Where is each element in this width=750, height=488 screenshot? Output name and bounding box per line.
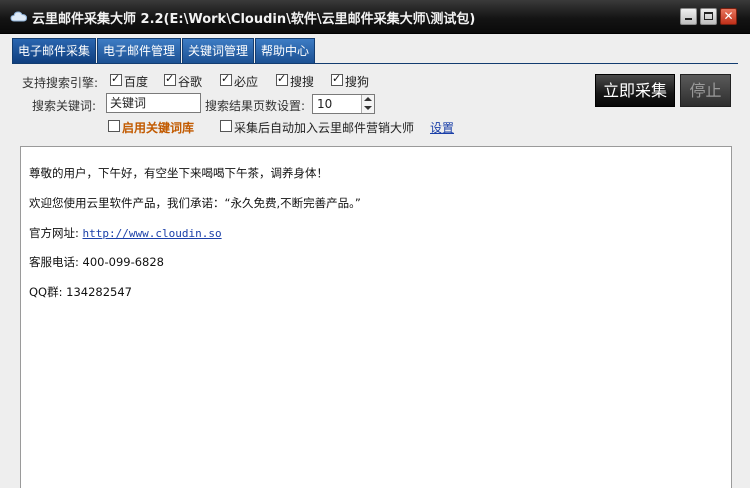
stepper-down-icon[interactable]: [364, 106, 372, 110]
tab-email-manage[interactable]: 电子邮件管理: [97, 38, 182, 64]
checkbox-soso[interactable]: [276, 72, 288, 86]
tab-keyword-manage[interactable]: 关键词管理: [182, 38, 255, 64]
main-tabs: 电子邮件采集 电子邮件管理 关键词管理 帮助中心: [12, 38, 316, 64]
phone-label: 客服电话:: [29, 255, 79, 269]
maximize-icon: [704, 12, 713, 20]
start-collect-button[interactable]: 立即采集: [595, 74, 675, 107]
checkbox-sogou[interactable]: [331, 72, 343, 86]
qq-value: 134282547: [66, 285, 132, 299]
settings-link[interactable]: 设置: [430, 119, 454, 136]
stepper-buttons: [361, 95, 374, 113]
checkbox-auto-add[interactable]: [220, 120, 232, 132]
pages-label: 搜索结果页数设置:: [205, 99, 306, 113]
pages-stepper[interactable]: 10: [312, 94, 375, 114]
cloud-icon: [10, 11, 28, 22]
window-title: 云里邮件采集大师 2.2(E:\Work\Cloudin\软件\云里邮件采集大师…: [32, 12, 476, 27]
checkbox-baidu[interactable]: [110, 72, 122, 86]
maximize-button[interactable]: [700, 8, 717, 25]
close-button[interactable]: ✕: [720, 8, 737, 25]
qq-label: QQ群:: [29, 285, 63, 299]
website-link[interactable]: http://www.cloudin.so: [83, 227, 222, 240]
promise-text: 欢迎您使用云里软件产品，我们承诺：“永久免费,不断完善产品。”: [29, 196, 361, 210]
minimize-button[interactable]: [680, 8, 697, 25]
title-bar[interactable]: 云里邮件采集大师 2.2(E:\Work\Cloudin\软件\云里邮件采集大师…: [0, 0, 750, 34]
stepper-up-icon[interactable]: [364, 97, 372, 101]
checkbox-bing-label: 必应: [234, 75, 259, 89]
close-icon: ✕: [723, 9, 734, 23]
checkbox-enable-keyword-lib[interactable]: [108, 120, 120, 132]
website-label: 官方网址:: [29, 226, 79, 240]
tab-divider: [12, 63, 738, 64]
minimize-icon: [685, 18, 692, 20]
checkbox-bing[interactable]: [220, 72, 232, 86]
checkbox-soso-label: 搜搜: [290, 75, 315, 89]
tab-bar: 电子邮件采集 电子邮件管理 关键词管理 帮助中心: [0, 34, 750, 64]
checkbox-google-label: 谷歌: [178, 75, 203, 89]
checkbox-sogou-label: 搜狗: [345, 75, 370, 89]
phone-value: 400-099-6828: [82, 255, 164, 269]
tab-email-collect[interactable]: 电子邮件采集: [12, 38, 97, 64]
keyword-label: 搜索关键词:: [32, 99, 97, 113]
engines-label: 支持搜索引擎:: [22, 76, 99, 90]
checkbox-baidu-label: 百度: [124, 75, 149, 89]
website-row: 官方网址: http://www.cloudin.so: [29, 225, 222, 241]
enable-keyword-lib-label: 启用关键词库: [122, 121, 195, 135]
greeting-text: 尊敬的用户，下午好，有空坐下来喝喝下午茶，调养身体！: [29, 166, 328, 180]
info-panel: 尊敬的用户，下午好，有空坐下来喝喝下午茶，调养身体！ 欢迎您使用云里软件产品，我…: [20, 146, 732, 488]
phone-row: 客服电话: 400-099-6828: [29, 254, 164, 270]
keyword-input[interactable]: 关键词: [106, 93, 201, 113]
qq-row: QQ群: 134282547: [29, 284, 132, 300]
tab-help-center[interactable]: 帮助中心: [255, 38, 316, 64]
auto-add-label: 采集后自动加入云里邮件营销大师: [234, 121, 415, 135]
stop-button[interactable]: 停止: [680, 74, 731, 107]
checkbox-google[interactable]: [164, 72, 176, 86]
pages-value: 10: [317, 97, 333, 111]
